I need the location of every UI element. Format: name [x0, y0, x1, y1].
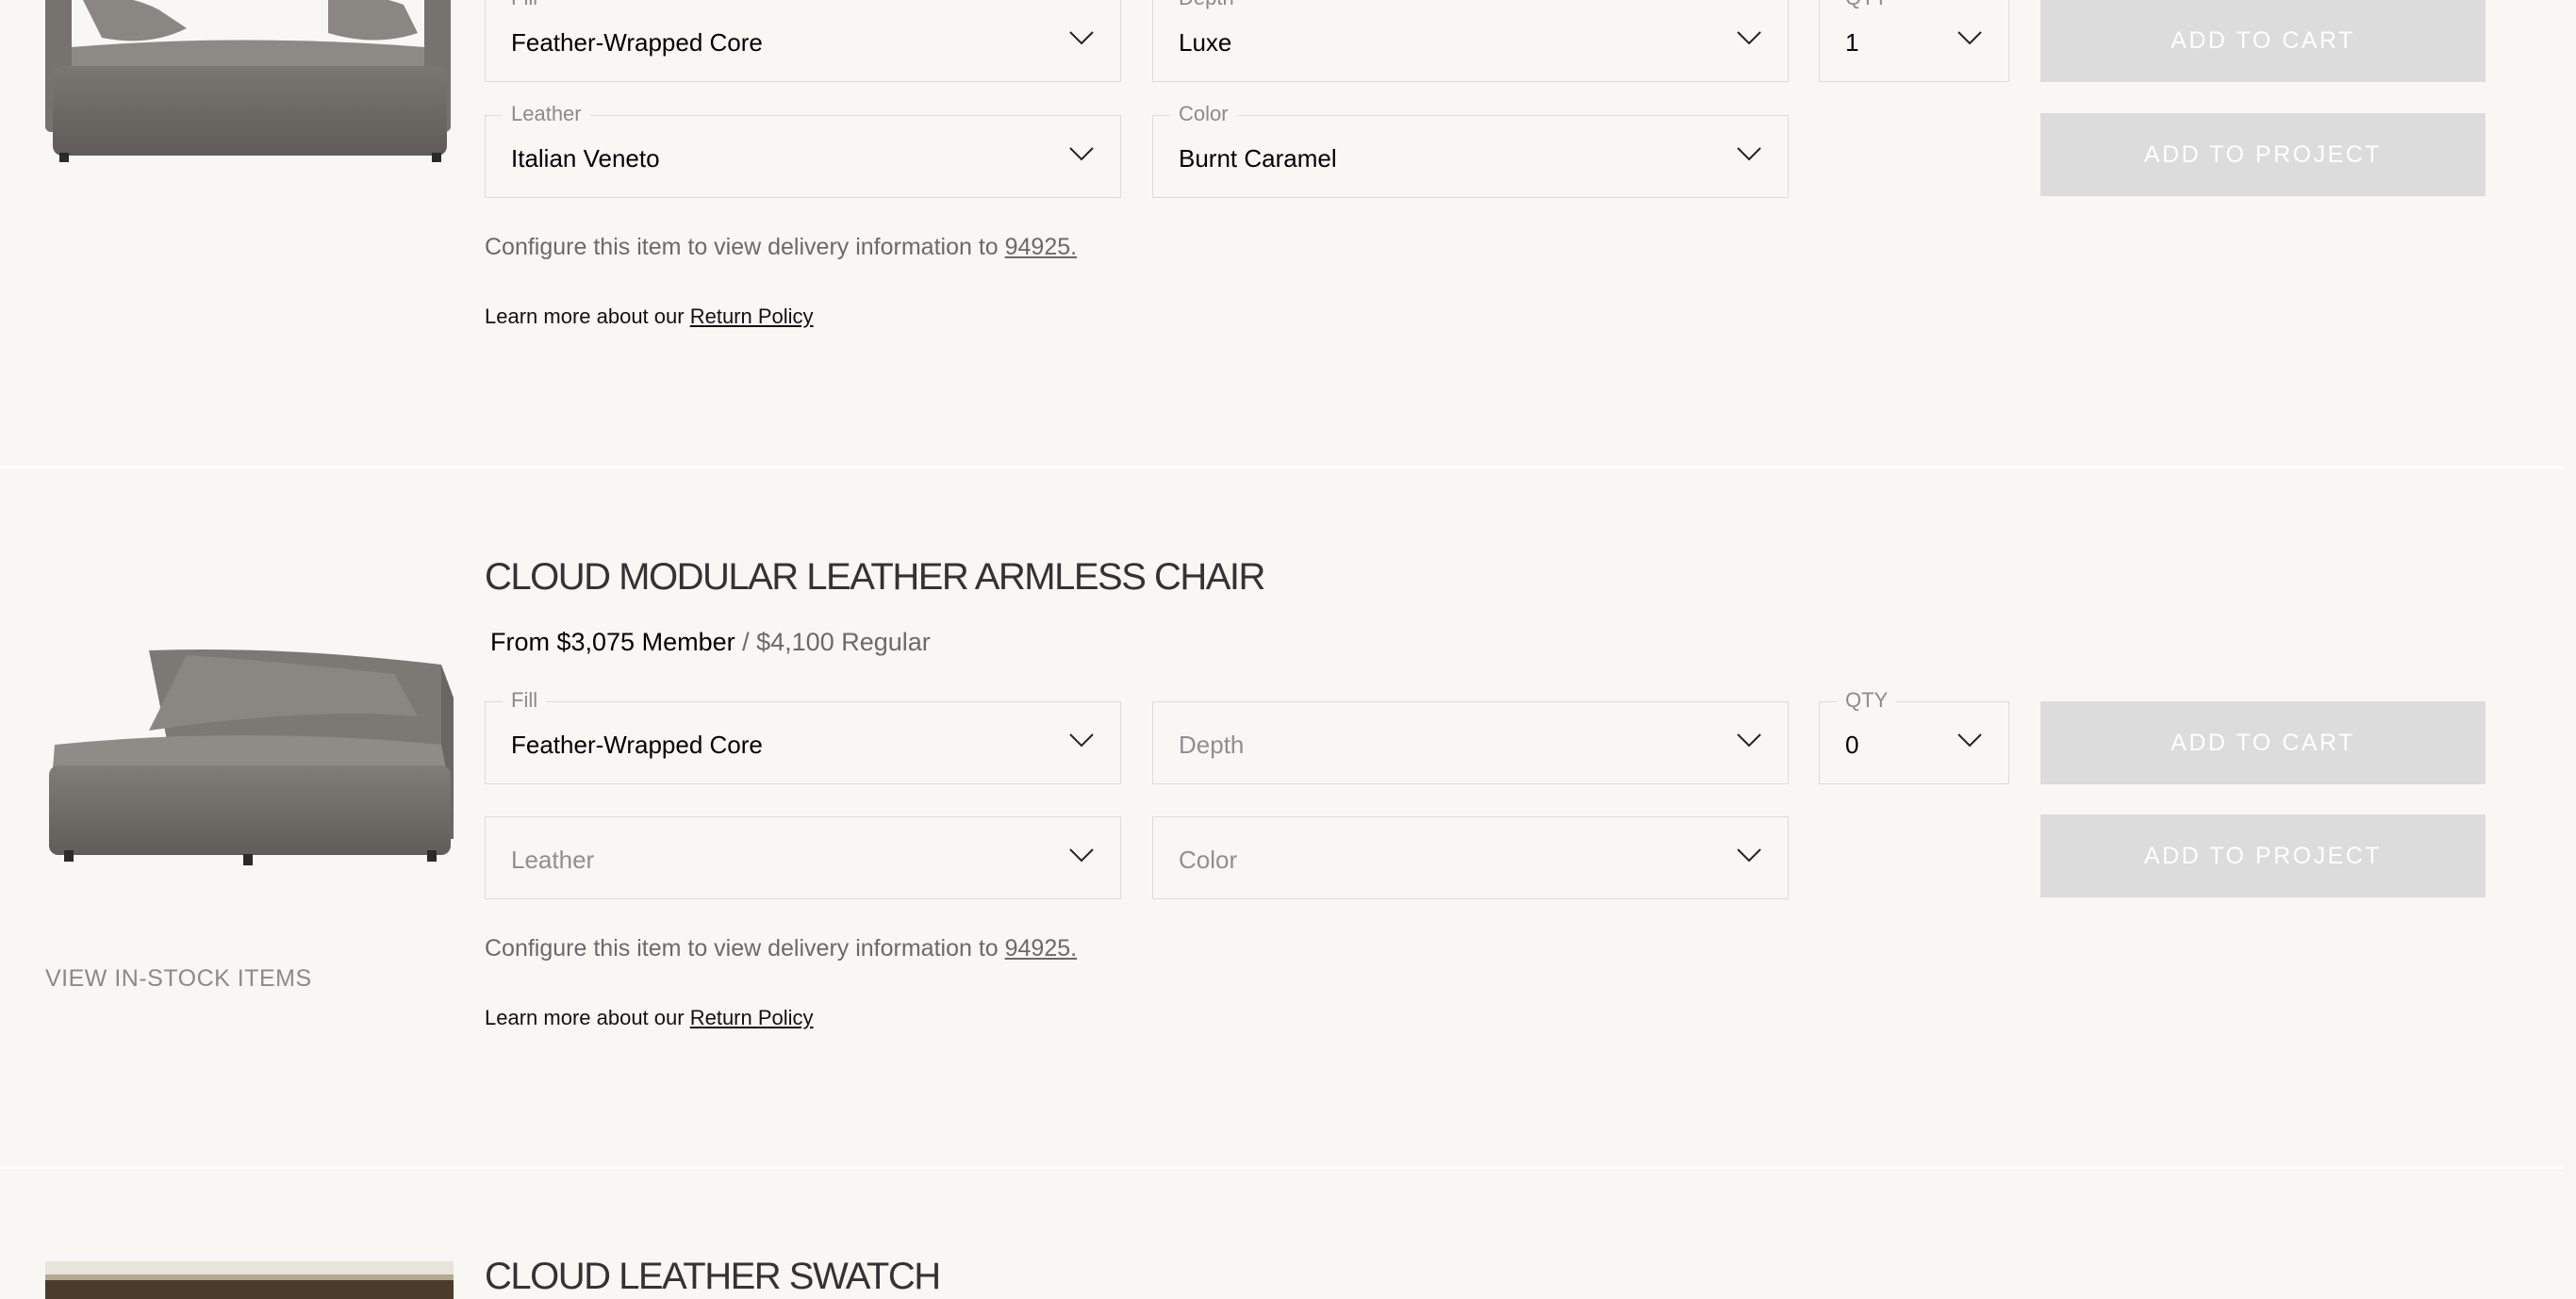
chair-image: [45, 0, 451, 162]
leather-select[interactable]: Leather Italian Veneto: [485, 102, 1121, 198]
regular-price: $4,100 Regular: [756, 628, 931, 656]
chevron-down-icon: [1069, 733, 1094, 748]
fill-value: Feather-Wrapped Core: [511, 28, 763, 57]
product-image-sofa-chair[interactable]: [45, 0, 454, 179]
delivery-info: Configure this item to view delivery inf…: [485, 234, 1077, 261]
qty-value: 1: [1845, 28, 1859, 57]
view-in-stock-link[interactable]: VIEW IN-STOCK ITEMS: [45, 965, 312, 993]
section-divider: [0, 466, 2563, 469]
chevron-down-icon: [1069, 31, 1094, 45]
chevron-down-icon: [1069, 147, 1094, 161]
chevron-down-icon: [1069, 848, 1094, 863]
zip-code-link[interactable]: 94925.: [1005, 935, 1077, 962]
chevron-down-icon: [1737, 31, 1761, 45]
return-policy-info: Learn more about our Return Policy: [485, 1006, 814, 1030]
color-placeholder: Color: [1179, 846, 1238, 874]
leather-placeholder: Leather: [511, 846, 595, 874]
fill-select[interactable]: Fill Feather-Wrapped Core: [485, 688, 1121, 784]
zip-code-link[interactable]: 94925.: [1005, 234, 1077, 260]
leather-select[interactable]: Leather: [485, 816, 1121, 899]
add-to-cart-button[interactable]: ADD TO CART: [2040, 0, 2485, 82]
product-price: From $3,075 Member / $4,100 Regular: [490, 628, 931, 657]
fill-select[interactable]: Fill Feather-Wrapped Core: [485, 0, 1121, 82]
depth-value: Luxe: [1179, 28, 1232, 57]
policy-text: Learn more about our: [485, 1006, 690, 1029]
depth-placeholder: Depth: [1179, 731, 1245, 759]
depth-select[interactable]: Depth: [1152, 701, 1789, 784]
qty-value: 0: [1845, 731, 1859, 759]
chevron-down-icon: [1957, 31, 1982, 45]
chevron-down-icon: [1737, 147, 1761, 161]
policy-text: Learn more about our: [485, 304, 690, 328]
return-policy-link[interactable]: Return Policy: [690, 304, 814, 328]
product-title: CLOUD LEATHER SWATCH: [485, 1256, 941, 1297]
product-image-armless-chair[interactable]: [45, 641, 454, 877]
color-value: Burnt Caramel: [1179, 144, 1337, 173]
section-divider: [0, 1166, 2563, 1169]
leather-value: Italian Veneto: [511, 144, 660, 173]
delivery-info: Configure this item to view delivery inf…: [485, 935, 1077, 962]
delivery-text: Configure this item to view delivery inf…: [485, 234, 1005, 260]
chevron-down-icon: [1737, 733, 1761, 748]
swatch-image: [45, 1261, 454, 1299]
add-to-project-button[interactable]: ADD TO PROJECT: [2040, 113, 2485, 196]
product-image-swatch[interactable]: [45, 1261, 454, 1299]
chevron-down-icon: [1737, 848, 1761, 863]
depth-select[interactable]: Depth Luxe: [1152, 0, 1789, 82]
color-select[interactable]: Color: [1152, 816, 1789, 899]
add-to-project-button[interactable]: ADD TO PROJECT: [2040, 814, 2485, 897]
qty-select[interactable]: QTY 1: [1819, 0, 2009, 82]
price-separator: /: [735, 628, 757, 656]
chevron-down-icon: [1957, 733, 1982, 748]
product-title: CLOUD MODULAR LEATHER ARMLESS CHAIR: [485, 556, 1265, 598]
return-policy-info: Learn more about our Return Policy: [485, 304, 814, 329]
color-select[interactable]: Color Burnt Caramel: [1152, 102, 1789, 198]
qty-select[interactable]: QTY 0: [1819, 688, 2009, 784]
fill-value: Feather-Wrapped Core: [511, 731, 763, 759]
add-to-cart-button[interactable]: ADD TO CART: [2040, 701, 2485, 784]
return-policy-link[interactable]: Return Policy: [690, 1006, 814, 1029]
member-price: From $3,075 Member: [490, 628, 735, 656]
delivery-text: Configure this item to view delivery inf…: [485, 935, 1005, 962]
armless-chair-image: [49, 650, 454, 865]
